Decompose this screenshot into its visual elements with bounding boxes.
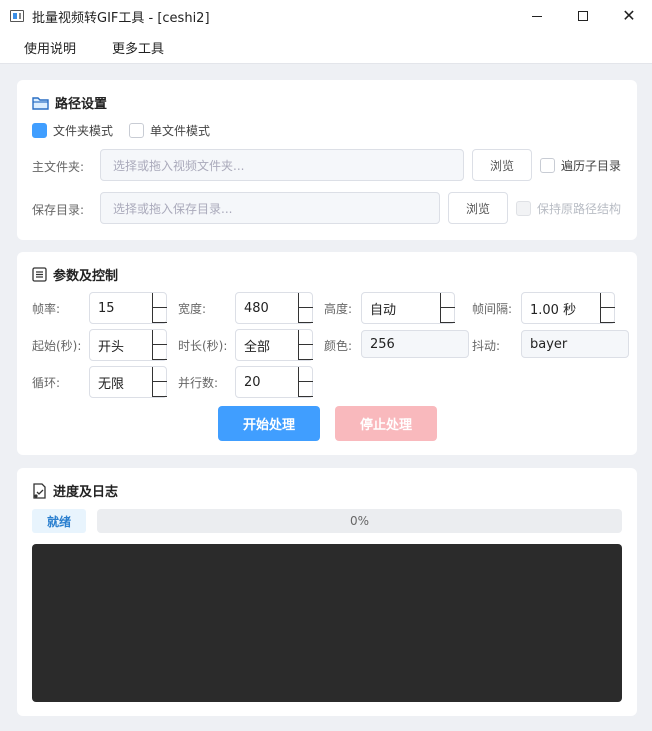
traverse-subdir-option[interactable]: 遍历子目录 [540, 157, 621, 174]
status-badge: 就绪 [32, 509, 86, 533]
height-label: 高度: [324, 302, 353, 316]
progress-title-text: 进度及日志 [53, 485, 119, 500]
loop-label: 循环: [32, 376, 61, 390]
params-card: 参数及控制 帧率: 15 宽度: 480 高度: 自动 帧间隔: 1.00 秒 … [17, 252, 637, 455]
parallel-stepper-icon[interactable] [298, 367, 313, 397]
log-document-icon [32, 482, 47, 499]
start-label: 起始(秒): [32, 339, 82, 353]
single-mode-label: 单文件模式 [150, 124, 211, 138]
dither-label: 抖动: [472, 339, 501, 353]
path-settings-card: 路径设置 文件夹模式 单文件模式 主文件夹: 选择或拖入视频文件夹... 浏览 … [17, 80, 637, 240]
interval-label: 帧间隔: [472, 302, 513, 316]
duration-spinbox[interactable]: 全部 [235, 329, 313, 361]
width-stepper-icon[interactable] [298, 293, 313, 323]
minimize-icon [532, 15, 542, 17]
duration-stepper-icon[interactable] [298, 330, 313, 360]
browse-main-button[interactable]: 浏览 [472, 149, 532, 181]
start-button[interactable]: 开始处理 [218, 406, 320, 441]
main-folder-input[interactable]: 选择或拖入视频文件夹... [100, 149, 464, 181]
parallel-label: 并行数: [178, 376, 219, 390]
keep-structure-option[interactable]: 保持原路径结构 [516, 200, 621, 217]
interval-spinbox[interactable]: 1.00 秒 [521, 292, 615, 324]
stop-button[interactable]: 停止处理 [335, 406, 437, 441]
progress-card: 进度及日志 就绪 0% [17, 468, 637, 716]
folder-mode-checkbox[interactable] [32, 123, 47, 138]
fps-label: 帧率: [32, 302, 61, 316]
path-settings-title-text: 路径设置 [55, 97, 108, 112]
duration-label: 时长(秒): [178, 339, 228, 353]
window-title: 批量视频转GIF工具 - [ceshi2] [32, 10, 210, 26]
width-label: 宽度: [178, 302, 207, 316]
folder-mode-label: 文件夹模式 [53, 124, 114, 138]
menu-bar: 使用说明 更多工具 [0, 32, 652, 64]
start-stepper-icon[interactable] [152, 330, 167, 360]
params-title: 参数及控制 [32, 265, 118, 284]
progress-text: 0% [349, 514, 370, 528]
list-icon [32, 267, 47, 282]
dither-input[interactable]: bayer [521, 330, 629, 358]
loop-spinbox[interactable]: 无限 [89, 366, 167, 398]
duration-value: 全部 [244, 339, 271, 355]
progress-bar: 0% [97, 509, 622, 533]
fps-stepper-icon[interactable] [152, 293, 167, 323]
close-button[interactable]: ✕ [606, 0, 652, 32]
height-spinbox[interactable]: 自动 [361, 292, 455, 324]
parallel-spinbox[interactable]: 20 [235, 366, 313, 398]
main-folder-label: 主文件夹: [32, 160, 85, 174]
start-value: 开头 [98, 339, 125, 355]
folder-mode-option[interactable]: 文件夹模式 [32, 122, 113, 139]
loop-stepper-icon[interactable] [152, 367, 167, 397]
maximize-button[interactable] [560, 0, 606, 32]
log-output[interactable] [32, 544, 622, 702]
window-controls: ✕ [514, 0, 652, 32]
menu-item-help[interactable]: 使用说明 [12, 38, 88, 57]
start-spinbox[interactable]: 开头 [89, 329, 167, 361]
loop-value: 无限 [98, 376, 125, 392]
save-dir-label: 保存目录: [32, 203, 85, 217]
color-label: 颜色: [324, 339, 353, 353]
minimize-button[interactable] [514, 0, 560, 32]
params-title-text: 参数及控制 [53, 269, 119, 284]
height-stepper-icon[interactable] [440, 293, 455, 323]
path-settings-title: 路径设置 [32, 93, 107, 112]
browse-save-button[interactable]: 浏览 [448, 192, 508, 224]
menu-item-more-tools[interactable]: 更多工具 [100, 38, 176, 57]
color-input[interactable]: 256 [361, 330, 469, 358]
close-icon: ✕ [622, 6, 636, 25]
folder-icon [32, 96, 49, 110]
interval-value: 1.00 秒 [530, 302, 577, 318]
single-mode-option[interactable]: 单文件模式 [129, 122, 210, 139]
keep-structure-checkbox[interactable] [516, 201, 531, 216]
traverse-subdir-checkbox[interactable] [540, 158, 555, 173]
width-spinbox[interactable]: 480 [235, 292, 313, 324]
maximize-icon [578, 11, 588, 21]
keep-structure-label: 保持原路径结构 [537, 202, 622, 216]
app-icon [10, 10, 24, 22]
save-dir-input[interactable]: 选择或拖入保存目录... [100, 192, 440, 224]
parallel-value: 20 [244, 374, 261, 390]
height-value: 自动 [370, 302, 397, 318]
progress-title: 进度及日志 [32, 481, 118, 500]
interval-stepper-icon[interactable] [600, 293, 615, 323]
title-bar: 批量视频转GIF工具 - [ceshi2] ✕ [0, 0, 652, 32]
fps-spinbox[interactable]: 15 [89, 292, 167, 324]
fps-value: 15 [98, 300, 115, 316]
traverse-subdir-label: 遍历子目录 [561, 159, 622, 173]
single-mode-checkbox[interactable] [129, 123, 144, 138]
width-value: 480 [244, 300, 269, 316]
